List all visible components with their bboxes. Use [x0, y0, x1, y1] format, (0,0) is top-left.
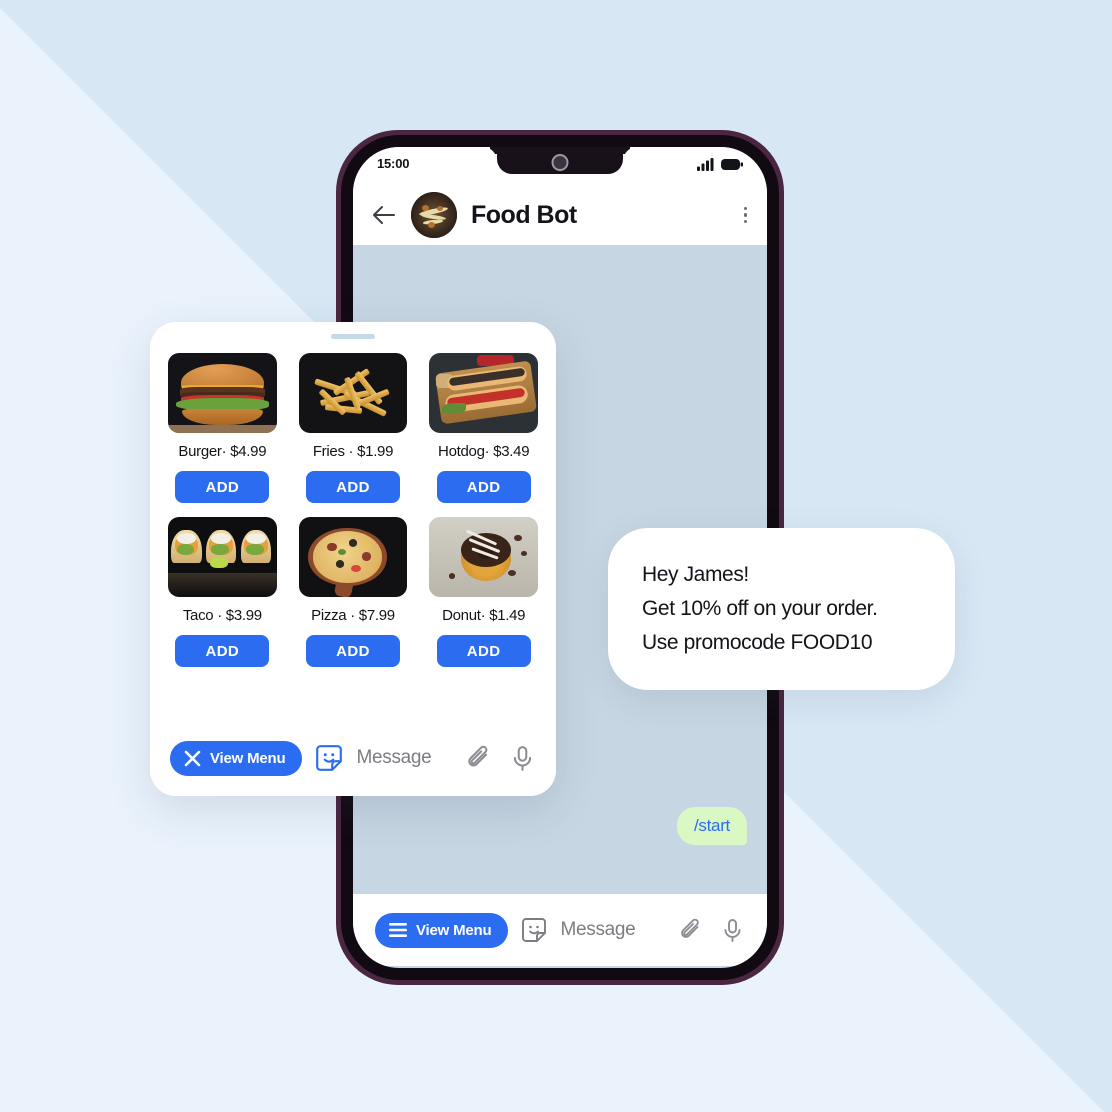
paperclip-icon[interactable] [679, 918, 704, 943]
menu-item-card[interactable]: Burger· $4.99 ADD [168, 353, 277, 503]
microphone-icon[interactable] [509, 745, 536, 772]
screenshot-stage: 15:00 Food Bot /start View Menu Message … [0, 0, 1112, 1112]
menu-item-name: Taco [182, 607, 214, 624]
burger-illustration [168, 353, 277, 433]
menu-item-card[interactable]: Fries · $1.99 ADD [298, 353, 408, 503]
microphone-icon[interactable] [720, 918, 745, 943]
message-input[interactable]: Message [356, 747, 454, 769]
taco-photo [168, 517, 277, 597]
menu-item-label: Taco · $3.99 [183, 607, 262, 624]
hotdog-photo [429, 353, 538, 433]
menu-item-price: $1.99 [357, 443, 394, 460]
status-time: 15:00 [377, 156, 410, 171]
menu-panel-input-bar: View Menu Message [150, 720, 556, 796]
chat-bubble-outgoing: /start [677, 807, 747, 845]
page-title: Food Bot [471, 200, 577, 229]
close-menu-button[interactable]: View Menu [170, 740, 303, 776]
menu-item-price: $1.49 [489, 607, 526, 624]
status-bar: 15:00 [353, 147, 767, 185]
donut-photo [429, 517, 538, 597]
view-menu-button[interactable]: View Menu [375, 912, 509, 948]
close-menu-button-label: View Menu [210, 749, 286, 767]
chat-header: Food Bot [353, 185, 767, 245]
battery-icon [721, 159, 743, 170]
message-input[interactable]: Message [560, 919, 667, 941]
promo-callout-bubble: Hey James! Get 10% off on your order. Us… [608, 528, 955, 690]
back-arrow-icon[interactable] [371, 202, 397, 228]
taco-illustration [168, 517, 277, 597]
menu-item-separator: · [350, 607, 355, 624]
menu-item-card[interactable]: Donut· $1.49 ADD [429, 517, 538, 667]
menu-item-label: Hotdog· $3.49 [438, 443, 530, 460]
menu-item-separator: · [484, 443, 490, 460]
menu-item-price: $3.99 [225, 607, 262, 624]
hotdog-illustration [429, 353, 538, 433]
promo-line-1: Hey James! [642, 563, 749, 586]
add-button[interactable]: ADD [175, 635, 270, 667]
promo-line-3: Use promocode FOOD10 [642, 631, 873, 654]
view-menu-button-label: View Menu [416, 921, 492, 939]
phone-input-bar-icons [679, 918, 745, 943]
menu-item-price: $7.99 [358, 607, 395, 624]
menu-item-label: Burger· $4.99 [178, 443, 266, 460]
menu-item-grid: Burger· $4.99 ADD Fries · $1.99 ADD Hotd… [150, 339, 556, 667]
hamburger-icon [389, 923, 407, 937]
add-button[interactable]: ADD [436, 635, 531, 667]
menu-item-name: Fries [312, 443, 345, 460]
avatar[interactable] [411, 192, 457, 238]
pizza-photo [298, 517, 408, 597]
menu-item-label: Pizza · $7.99 [311, 607, 395, 624]
menu-item-label: Fries · $1.99 [312, 443, 394, 460]
menu-item-separator: · [217, 607, 222, 624]
menu-item-separator: · [480, 607, 486, 624]
menu-item-card[interactable]: Hotdog· $3.49 ADD [429, 353, 538, 503]
menu-item-name: Pizza [311, 607, 347, 624]
menu-item-separator: · [221, 443, 227, 460]
pizza-illustration [299, 517, 408, 597]
menu-item-name: Hotdog [438, 443, 485, 460]
menu-item-card[interactable]: Taco · $3.99 ADD [168, 517, 277, 667]
paperclip-icon[interactable] [466, 745, 493, 772]
sticker-smiley-icon[interactable] [520, 916, 548, 944]
add-button[interactable]: ADD [175, 471, 270, 503]
status-icons [697, 158, 743, 171]
menu-item-price: $3.49 [493, 443, 530, 460]
phone-notch [497, 147, 623, 174]
menu-panel: Burger· $4.99 ADD Fries · $1.99 ADD Hotd… [150, 322, 556, 796]
close-x-icon [184, 750, 201, 766]
fries-photo [298, 353, 408, 433]
menu-item-label: Donut· $1.49 [442, 607, 525, 624]
fries-illustration [299, 353, 408, 433]
menu-panel-input-bar-icons [466, 745, 536, 772]
add-button[interactable]: ADD [305, 471, 400, 503]
avatar-image [411, 192, 457, 238]
sticker-smiley-icon[interactable] [314, 743, 344, 773]
menu-item-separator: · [348, 443, 354, 460]
front-camera-icon [551, 154, 569, 171]
phone-input-bar: View Menu Message [353, 894, 767, 966]
burger-photo [168, 353, 277, 433]
signal-bars-icon [697, 158, 714, 171]
donut-illustration [429, 517, 538, 597]
add-button[interactable]: ADD [305, 635, 400, 667]
promo-line-2: Get 10% off on your order. [642, 597, 878, 620]
menu-item-name: Burger [178, 443, 222, 460]
menu-item-card[interactable]: Pizza · $7.99 ADD [298, 517, 408, 667]
more-vertical-icon[interactable] [743, 206, 747, 224]
menu-item-name: Donut [442, 607, 481, 624]
menu-item-price: $4.99 [230, 443, 267, 460]
add-button[interactable]: ADD [436, 471, 531, 503]
